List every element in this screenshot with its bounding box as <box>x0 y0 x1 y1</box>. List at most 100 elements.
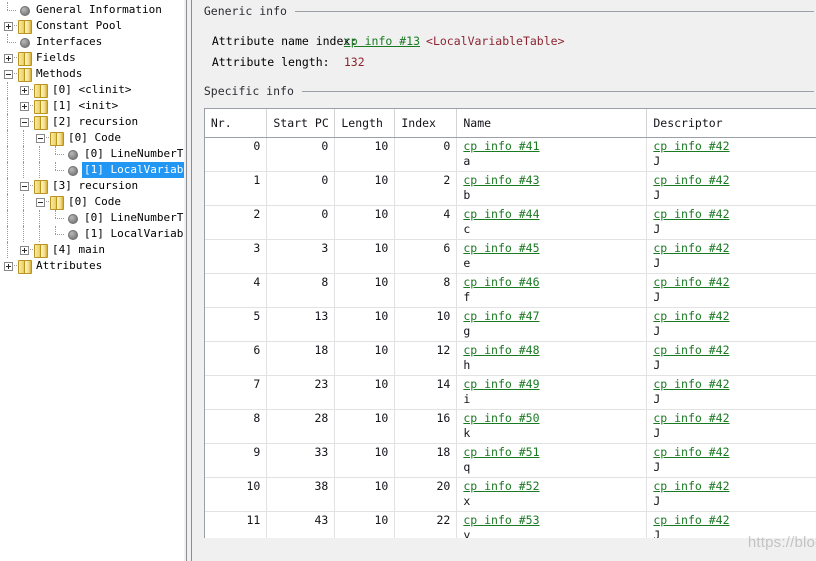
collapse-icon[interactable] <box>16 178 32 194</box>
cell-desc: cp info #42J <box>647 477 816 511</box>
table-row[interactable]: 20104cp info #44ccp info #42J <box>205 205 816 239</box>
cp-info-link[interactable]: cp info #42 <box>653 173 729 187</box>
cp-info-link[interactable]: cp info #43 <box>463 173 539 187</box>
table-row[interactable]: 33106cp info #45ecp info #42J <box>205 239 816 273</box>
tree-item-3-recursion[interactable]: [3] recursion <box>0 178 184 194</box>
cp-info-link[interactable]: cp info #50 <box>463 411 539 425</box>
table-row[interactable]: 7231014cp info #49icp info #42J <box>205 375 816 409</box>
expand-icon[interactable] <box>0 50 16 66</box>
cell-index: 14 <box>395 375 457 409</box>
tree-item-interfaces[interactable]: Interfaces <box>0 34 184 50</box>
table-row[interactable]: 11431022cp info #53ycp info #42J <box>205 511 816 538</box>
cell-name: cp info #48h <box>457 341 647 375</box>
cell-name: cp info #49i <box>457 375 647 409</box>
cp-info-link[interactable]: cp info #41 <box>463 139 539 153</box>
cp-info-link[interactable]: cp info #42 <box>653 513 729 527</box>
cp-info-link[interactable]: cp info #42 <box>653 445 729 459</box>
column-header-index[interactable]: Index <box>395 109 457 137</box>
table-row[interactable]: 48108cp info #46fcp info #42J <box>205 273 816 307</box>
tree-item-0-code[interactable]: [0] Code <box>0 194 184 210</box>
cell-resolved-value: f <box>463 290 640 305</box>
tree-item-1-init[interactable]: [1] <init> <box>0 98 184 114</box>
cp-info-link[interactable]: cp info #42 <box>653 343 729 357</box>
cp-info-link[interactable]: cp info #42 <box>653 377 729 391</box>
collapse-icon[interactable] <box>32 130 48 146</box>
cell-resolved-value: q <box>463 460 640 475</box>
column-header-length[interactable]: Length <box>335 109 395 137</box>
collapse-icon[interactable] <box>0 66 16 82</box>
tree-item-4-main[interactable]: [4] main <box>0 242 184 258</box>
folder-icon <box>16 66 34 82</box>
column-header-nr[interactable]: Nr. <box>205 109 267 137</box>
tree-item-methods[interactable]: Methods <box>0 66 184 82</box>
tree-item-0-clinit[interactable]: [0] <clinit> <box>0 82 184 98</box>
cell-nr: 3 <box>205 239 267 273</box>
table-row[interactable]: 00100cp info #41acp info #42J <box>205 137 816 171</box>
cp-info-link[interactable]: cp info #44 <box>463 207 539 221</box>
tree-item-0-code[interactable]: [0] Code <box>0 130 184 146</box>
tree-item-general-information[interactable]: General Information <box>0 2 184 18</box>
cp-info-link[interactable]: cp info #42 <box>653 275 729 289</box>
cp-info-link[interactable]: cp info #51 <box>463 445 539 459</box>
detail-field-row: Attribute name index:cp info #13<LocalVa… <box>212 30 816 51</box>
tree-indent-guide <box>0 146 16 162</box>
cell-desc: cp info #42J <box>647 239 816 273</box>
tree-item-attributes[interactable]: Attributes <box>0 258 184 274</box>
tree-item-fields[interactable]: Fields <box>0 50 184 66</box>
expand-icon[interactable] <box>0 18 16 34</box>
tree-elbow <box>0 2 16 18</box>
table-row[interactable]: 10102cp info #43bcp info #42J <box>205 171 816 205</box>
cp-info-link[interactable]: cp info #53 <box>463 513 539 527</box>
detail-field-label: Attribute name index: <box>212 34 344 48</box>
tree-item-2-recursion[interactable]: [2] recursion <box>0 114 184 130</box>
column-header-start-pc[interactable]: Start PC <box>267 109 335 137</box>
tree-indent-guide <box>0 130 16 146</box>
tree-item-1-localvariabletable[interactable]: [1] LocalVariableTable <box>0 162 184 178</box>
expander-box <box>20 182 29 191</box>
tree-indent-guide <box>0 194 16 210</box>
cell-index: 8 <box>395 273 457 307</box>
tree-item-0-linenumbertable[interactable]: [0] LineNumberTable <box>0 210 184 226</box>
cp-info-link[interactable]: cp info #13 <box>344 34 420 48</box>
cp-info-link[interactable]: cp info #48 <box>463 343 539 357</box>
tree-item-constant-pool[interactable]: Constant Pool <box>0 18 184 34</box>
table-row[interactable]: 10381020cp info #52xcp info #42J <box>205 477 816 511</box>
cp-info-link[interactable]: cp info #42 <box>653 241 729 255</box>
cp-info-link[interactable]: cp info #42 <box>653 479 729 493</box>
table-row[interactable]: 9331018cp info #51qcp info #42J <box>205 443 816 477</box>
cell-nr: 0 <box>205 137 267 171</box>
expand-icon[interactable] <box>16 82 32 98</box>
tree-item-0-linenumbertable[interactable]: [0] LineNumberTable <box>0 146 184 162</box>
class-structure-tree[interactable]: General InformationConstant PoolInterfac… <box>0 0 184 561</box>
cell-index: 4 <box>395 205 457 239</box>
column-header-descriptor[interactable]: Descriptor <box>647 109 816 137</box>
cp-info-link[interactable]: cp info #42 <box>653 309 729 323</box>
collapse-icon[interactable] <box>16 114 32 130</box>
table-row[interactable]: 5131010cp info #47gcp info #42J <box>205 307 816 341</box>
table-row[interactable]: 8281016cp info #50kcp info #42J <box>205 409 816 443</box>
cell-resolved-value: c <box>463 222 640 237</box>
collapse-icon[interactable] <box>32 194 48 210</box>
cell-resolved-value: b <box>463 188 640 203</box>
cp-info-link[interactable]: cp info #49 <box>463 377 539 391</box>
expand-icon[interactable] <box>16 98 32 114</box>
expand-icon[interactable] <box>16 242 32 258</box>
cp-info-link[interactable]: cp info #46 <box>463 275 539 289</box>
folder-icon <box>32 114 50 130</box>
panel-splitter[interactable] <box>184 0 196 561</box>
cp-info-link[interactable]: cp info #47 <box>463 309 539 323</box>
cp-info-link[interactable]: cp info #42 <box>653 139 729 153</box>
expand-icon[interactable] <box>0 258 16 274</box>
cell-resolved-value: J <box>653 426 816 441</box>
cell-desc: cp info #42J <box>647 307 816 341</box>
tree-item-1-localvariabletable[interactable]: [1] LocalVariableTable <box>0 226 184 242</box>
cp-info-link[interactable]: cp info #42 <box>653 207 729 221</box>
column-header-name[interactable]: Name <box>457 109 647 137</box>
cell-start-pc: 23 <box>267 375 335 409</box>
table-row[interactable]: 6181012cp info #48hcp info #42J <box>205 341 816 375</box>
cell-resolved-value: J <box>653 358 816 373</box>
cp-info-link[interactable]: cp info #45 <box>463 241 539 255</box>
cp-info-link[interactable]: cp info #52 <box>463 479 539 493</box>
local-variable-table-scroll[interactable]: Nr.Start PCLengthIndexNameDescriptor 001… <box>204 108 816 538</box>
cp-info-link[interactable]: cp info #42 <box>653 411 729 425</box>
